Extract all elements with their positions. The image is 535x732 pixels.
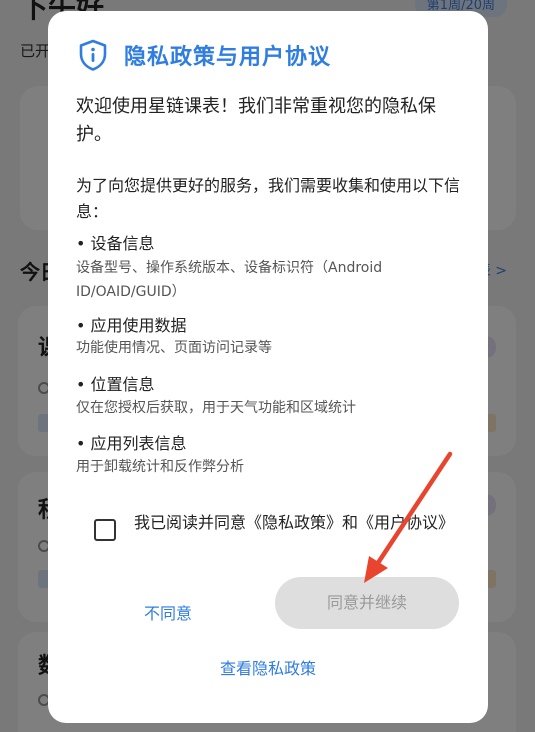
info-item-title: • 应用使用数据 [76, 316, 187, 335]
disagree-button[interactable]: 不同意 [118, 589, 218, 639]
agree-continue-button[interactable]: 同意并继续 [275, 577, 459, 629]
agree-checkbox[interactable] [94, 519, 116, 541]
info-item-title: • 设备信息 [76, 234, 155, 253]
intro-text: 欢迎使用星链课表！我们非常重视您的隐私保护。 [76, 96, 436, 145]
info-item-title: • 位置信息 [76, 375, 155, 394]
info-item-title: • 应用列表信息 [76, 434, 187, 453]
agree-row[interactable]: 我已阅读并同意《隐私政策》和《用户协议》 [94, 511, 454, 541]
agree-text[interactable]: 我已阅读并同意《隐私政策》和《用户协议》 [134, 511, 454, 535]
dialog-header: 隐私政策与用户协议 [78, 39, 331, 71]
info-item-desc: 设备型号、操作系统版本、设备标识符（Android ID/OAID/GUID） [76, 260, 383, 300]
privacy-dialog: 隐私政策与用户协议 欢迎使用星链课表！我们非常重视您的隐私保护。 为了向您提供更… [48, 11, 488, 723]
view-privacy-policy-link[interactable]: 查看隐私政策 [48, 655, 488, 679]
info-item-desc: 用于卸载统计和反作弊分析 [76, 459, 244, 475]
info-item-desc: 功能使用情况、页面访问记录等 [76, 340, 272, 356]
lead-text: 为了向您提供更好的服务，我们需要收集和使用以下信息： [76, 176, 461, 221]
info-item-desc: 仅在您授权后获取，用于天气功能和区域统计 [76, 400, 356, 416]
shield-info-icon [79, 39, 107, 71]
dialog-title: 隐私政策与用户协议 [124, 45, 332, 70]
